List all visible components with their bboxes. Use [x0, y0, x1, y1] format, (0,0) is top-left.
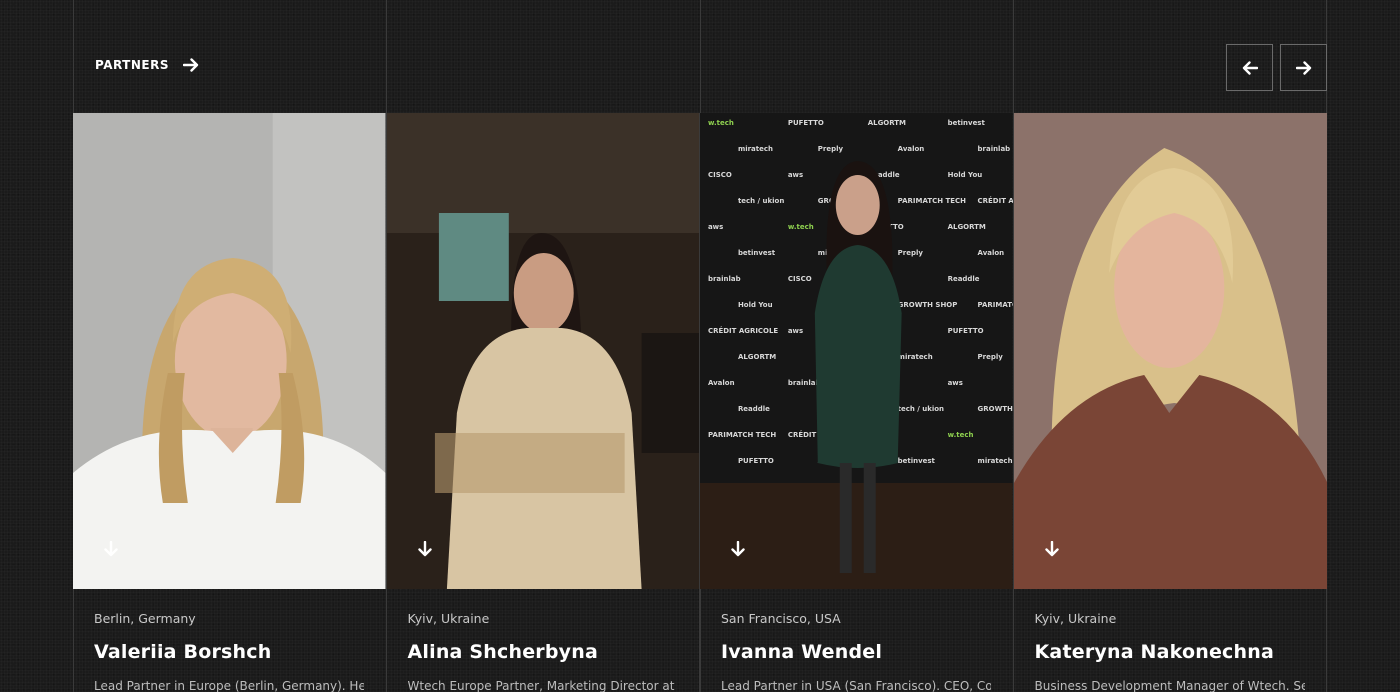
backdrop-logo: ALGORTM: [948, 223, 986, 231]
partner-name: Kateryna Nakonechna: [1034, 641, 1274, 663]
partner-name: Ivanna Wendel: [721, 641, 883, 663]
backdrop-logo: Avalon: [708, 379, 735, 387]
backdrop-logo: Avalon: [978, 249, 1005, 257]
backdrop-logo: w.tech: [708, 119, 734, 127]
backdrop-logo: tech / ukion: [738, 197, 784, 205]
backdrop-logo: Hold You: [738, 301, 773, 309]
backdrop-logo: brainlab: [788, 379, 821, 387]
backdrop-logo: aws: [788, 171, 803, 179]
backdrop-logo: aws: [708, 223, 723, 231]
backdrop-logo: miratech: [978, 457, 1013, 465]
backdrop-logo: Readdle: [738, 405, 770, 413]
backdrop-logo: aws: [948, 379, 963, 387]
backdrop-logo: Preply: [818, 145, 844, 153]
backdrop-logo: w.tech: [788, 223, 814, 231]
backdrop-logo: miratech: [898, 353, 933, 361]
partners-link[interactable]: PARTNERS: [95, 58, 199, 72]
arrow-down-icon: [1044, 540, 1059, 561]
backdrop-logo: GROWTH SHOP: [978, 405, 1013, 413]
partner-bio: Wtech Europe Partner, Marketing Director…: [407, 679, 678, 692]
partner-bio: Lead Partner in USA (San Francisco). CEO…: [721, 679, 991, 692]
backdrop-logo: CRÉDIT AGRICOLE: [708, 326, 778, 335]
partners-carousel: Berlin, Germany Valeriia Borshch Lead Pa…: [73, 113, 1327, 692]
partner-card[interactable]: Kyiv, Ukraine Kateryna Nakonechna Busine…: [1013, 113, 1327, 692]
partner-photo: [386, 113, 699, 589]
partner-location: San Francisco, USA: [721, 611, 841, 626]
partner-bio: Business Development Manager of Wtech. S…: [1034, 679, 1306, 692]
backdrop-logo: tech / ukion: [898, 405, 944, 413]
partner-card[interactable]: Kyiv, Ukraine Alina Shcherbyna Wtech Eur…: [386, 113, 700, 692]
partner-location: Berlin, Germany: [94, 611, 196, 626]
backdrop-logo: Preply: [978, 353, 1004, 361]
partner-card[interactable]: w.tech PUFETTO ALGORTM betinvest miratech Pre…: [700, 113, 1014, 692]
backdrop-logo: CISCO: [708, 171, 732, 179]
partner-bio: Lead Partner in Europe (Berlin, Germany)…: [94, 679, 364, 692]
carousel-prev-button[interactable]: [1226, 44, 1273, 91]
expand-bio-button[interactable]: [1042, 540, 1062, 561]
section-title: PARTNERS: [95, 58, 169, 72]
arrow-down-icon: [731, 540, 745, 561]
backdrop-logo: aws: [788, 327, 803, 335]
backdrop-logo: Hold You: [948, 171, 983, 179]
backdrop-logo: brainlab: [708, 275, 741, 283]
carousel-next-button[interactable]: [1280, 44, 1327, 91]
backdrop-logo: PARIMATCH TECH: [708, 431, 776, 439]
partner-card[interactable]: Berlin, Germany Valeriia Borshch Lead Pa…: [73, 113, 387, 692]
arrow-down-icon: [104, 540, 118, 561]
backdrop-logo: Readdle: [948, 275, 980, 283]
expand-bio-button[interactable]: [415, 540, 435, 561]
backdrop-logo: PUFETTO: [788, 119, 824, 127]
expand-bio-button[interactable]: [728, 540, 748, 561]
backdrop-logo: CRÉDIT AGRICOLE: [978, 196, 1013, 205]
partner-location: Kyiv, Ukraine: [1034, 611, 1117, 626]
partner-photo: w.tech PUFETTO ALGORTM betinvest miratech Pre…: [700, 113, 1013, 589]
partner-photo: [73, 113, 386, 589]
partner-photo: [1013, 113, 1327, 589]
arrow-right-icon: [183, 58, 199, 72]
backdrop-logo: Avalon: [898, 145, 925, 153]
backdrop-logo: Preply: [898, 249, 924, 257]
backdrop-logo: CISCO: [788, 275, 812, 283]
backdrop-logo: PUFETTO: [738, 457, 774, 465]
backdrop-logo: GROWTH SHOP: [898, 301, 958, 309]
backdrop-logo: PUFETTO: [948, 327, 984, 335]
backdrop-logo: PARIMATCH TECH: [978, 301, 1013, 309]
backdrop-logo: brainlab: [978, 145, 1011, 153]
expand-bio-button[interactable]: [101, 540, 121, 561]
arrow-down-icon: [417, 540, 432, 561]
backdrop-logo: PARIMATCH TECH: [898, 197, 966, 205]
backdrop-logo: w.tech: [948, 431, 974, 439]
backdrop-logo: ALGORTM: [738, 353, 776, 361]
section-header: PARTNERS: [73, 0, 1327, 113]
backdrop-logo: miratech: [738, 145, 773, 153]
partner-name: Alina Shcherbyna: [407, 641, 598, 663]
partner-name: Valeriia Borshch: [94, 641, 272, 663]
backdrop-logo: betinvest: [948, 119, 986, 127]
backdrop-logo: betinvest: [898, 457, 936, 465]
backdrop-logo: ALGORTM: [868, 119, 906, 127]
arrow-right-icon: [1295, 60, 1312, 75]
partner-location: Kyiv, Ukraine: [407, 611, 490, 626]
backdrop-logo: betinvest: [738, 249, 776, 257]
arrow-left-icon: [1242, 60, 1258, 75]
